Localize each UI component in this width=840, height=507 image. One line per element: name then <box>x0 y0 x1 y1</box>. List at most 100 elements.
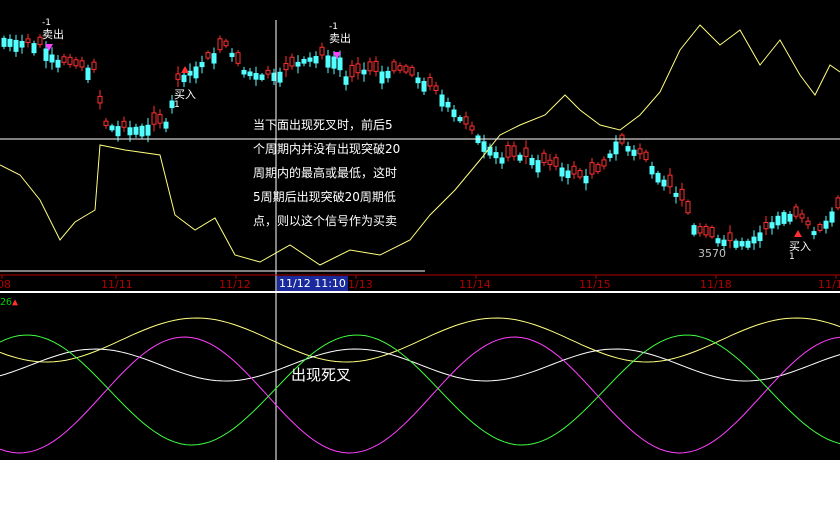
candle <box>721 239 727 246</box>
candle <box>577 170 583 178</box>
date-label: 11/15 <box>579 278 611 291</box>
candle <box>517 154 523 161</box>
candle <box>415 77 421 84</box>
candle <box>649 166 655 175</box>
candle <box>379 71 385 84</box>
candle <box>673 192 679 197</box>
candle <box>643 151 649 161</box>
candle <box>301 59 307 64</box>
sell-signal-label: -1 卖出 <box>42 18 64 41</box>
date-label: 11/19 <box>818 278 840 291</box>
candle <box>661 179 667 187</box>
candle <box>91 61 97 70</box>
candle <box>277 71 283 83</box>
candle <box>463 116 469 125</box>
candle <box>457 117 463 122</box>
candle <box>127 127 133 136</box>
candle <box>289 56 295 67</box>
indicator-yellow-line <box>0 317 840 363</box>
annotation-line: 5周期后出现突破20周期低 <box>253 190 396 204</box>
candle <box>715 238 721 244</box>
candle <box>343 76 349 85</box>
annotation-text: 当下面出现死叉时，前后5 个周期内并没有出现突破20 周期内的最高或最低，这时 … <box>253 113 400 233</box>
candle <box>331 56 337 69</box>
candle <box>367 61 373 72</box>
candle <box>757 232 763 242</box>
candle <box>97 95 103 104</box>
candle <box>55 59 61 68</box>
candle <box>253 73 259 80</box>
candle <box>613 141 619 155</box>
sell-signal-label: -1 卖出 <box>329 22 351 45</box>
candle <box>391 61 397 72</box>
chart-canvas[interactable] <box>0 0 840 460</box>
candle <box>1 37 7 47</box>
candle <box>793 206 799 217</box>
candle <box>679 188 685 201</box>
buy-arrow-2 <box>794 230 802 237</box>
buy-signal-label: 买入 1 <box>174 88 196 110</box>
annotation-line: 点，则以这个信号作为买卖 <box>253 214 398 228</box>
candle <box>319 46 325 56</box>
candle <box>637 148 643 155</box>
candle <box>259 74 265 80</box>
candle <box>175 73 181 80</box>
candle <box>19 41 25 48</box>
candle <box>685 201 691 214</box>
annotation-line: 个周期内并没有出现突破20 <box>253 142 401 156</box>
candle <box>67 56 73 65</box>
candle <box>397 65 403 71</box>
candle <box>511 145 517 157</box>
buy-signal-label: 买入 1 <box>789 240 811 262</box>
candle <box>445 102 451 108</box>
candle <box>235 52 241 64</box>
indicator-magenta-line <box>0 336 840 454</box>
buy-arrow-1 <box>181 66 189 73</box>
candle <box>133 126 139 135</box>
candle <box>733 240 739 248</box>
chart-area[interactable]: 当下面出现死叉时，前后5 个周期内并没有出现突破20 周期内的最高或最低，这时 … <box>0 0 840 460</box>
candle <box>523 147 529 157</box>
candle <box>829 211 835 223</box>
candle <box>427 77 433 87</box>
candle <box>751 236 757 244</box>
candle <box>559 167 565 177</box>
candle <box>43 48 49 61</box>
candle <box>373 60 379 72</box>
candle <box>49 54 55 63</box>
candlestick-series <box>1 33 840 251</box>
candle <box>181 74 187 83</box>
candle <box>745 240 751 248</box>
candle <box>601 159 607 167</box>
signal-text: 买入 <box>174 88 196 101</box>
candle <box>115 126 121 137</box>
candle <box>163 121 169 129</box>
candle <box>631 149 637 156</box>
candle <box>211 53 217 64</box>
candle <box>547 159 553 165</box>
candle <box>433 85 439 92</box>
candle <box>349 64 355 78</box>
candle <box>709 226 715 238</box>
indicator-param-label: 26▲ <box>0 297 19 308</box>
candle <box>565 170 571 179</box>
candle <box>493 152 499 159</box>
candle <box>283 63 289 71</box>
candle <box>607 153 613 158</box>
candle <box>247 71 253 77</box>
low-price-label: 3570 <box>698 247 726 260</box>
candle <box>385 70 391 79</box>
date-label: 11/12 <box>219 278 251 291</box>
indicator-param-value: 26 <box>0 297 13 308</box>
candle <box>313 56 319 64</box>
candle <box>529 158 535 166</box>
candle <box>79 60 85 68</box>
candle <box>13 39 19 52</box>
candle <box>31 43 37 54</box>
date-label: 11/18 <box>700 278 732 291</box>
dead-cross-label: 出现死叉 <box>291 366 352 384</box>
candle <box>799 213 805 219</box>
candle <box>307 57 313 62</box>
candle <box>325 55 331 68</box>
date-label: 08 <box>0 278 11 291</box>
